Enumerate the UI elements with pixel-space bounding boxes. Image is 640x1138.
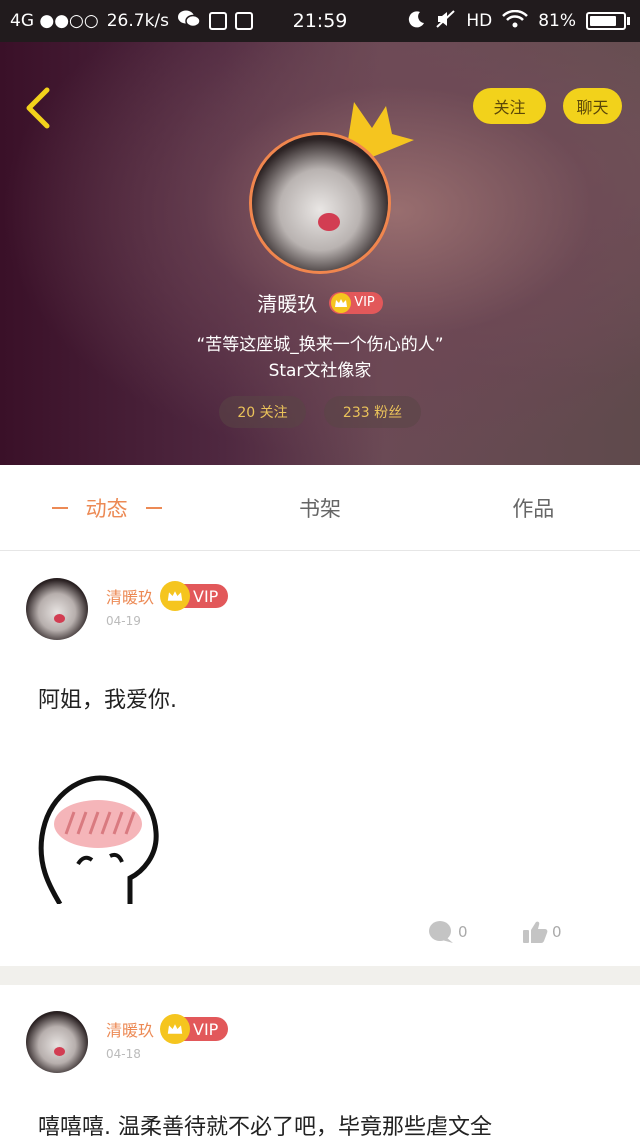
network-speed: 26.7k/s bbox=[106, 11, 170, 31]
chat-button[interactable]: 聊天 bbox=[563, 88, 622, 124]
vip-label: VIP bbox=[193, 586, 219, 606]
follow-button[interactable]: 关注 bbox=[473, 88, 546, 124]
back-button[interactable] bbox=[18, 86, 58, 130]
post-user-row: 清暖玖 VIP bbox=[106, 1014, 229, 1044]
post-separator bbox=[0, 966, 640, 985]
mute-icon bbox=[436, 9, 456, 33]
tab-works[interactable]: 作品 bbox=[427, 465, 640, 550]
tab-dash-left bbox=[51, 506, 68, 509]
shopping-bag-icon bbox=[209, 12, 228, 30]
post-card: 清暖玖 VIP 04-18 嘻嘻嘻. 温柔善待就不必了吧，毕竟那些虐文全 bbox=[0, 985, 640, 1138]
comment-button[interactable]: 0 bbox=[428, 920, 468, 944]
profile-header: 关注 聊天 清暖玖 VIP “苦等这座城_换来一个伤心的人” Star文社像家 … bbox=[0, 42, 640, 465]
post-date: 04-19 bbox=[106, 614, 141, 628]
post-date: 04-18 bbox=[106, 1047, 141, 1061]
like-count: 0 bbox=[552, 923, 562, 941]
battery-fill bbox=[590, 16, 616, 26]
moon-icon bbox=[408, 10, 426, 33]
vip-badge: VIP bbox=[329, 291, 383, 314]
post-text: 阿姐，我爱你. bbox=[38, 688, 177, 713]
post-header: 清暖玖 VIP 04-18 bbox=[26, 1011, 229, 1073]
profile-avatar[interactable] bbox=[249, 132, 391, 274]
like-button[interactable]: 0 bbox=[522, 920, 562, 944]
post-meta: 清暖玖 VIP 04-19 bbox=[106, 581, 229, 628]
profile-tabs: 动态 书架 作品 bbox=[0, 465, 640, 551]
vip-badge: VIP bbox=[160, 581, 229, 611]
comment-icon bbox=[429, 921, 453, 943]
wechat-icon bbox=[177, 9, 201, 34]
vip-badge: VIP bbox=[160, 1014, 229, 1044]
post-card: 清暖玖 VIP 04-19 阿姐，我爱你. 0 0 bbox=[0, 552, 640, 966]
tab-dash-right bbox=[145, 506, 162, 509]
post-username[interactable]: 清暖玖 bbox=[106, 1017, 154, 1041]
tab-bookshelf[interactable]: 书架 bbox=[213, 465, 426, 550]
fans-count[interactable]: 233 粉丝 bbox=[324, 396, 421, 428]
profile-avatar-wrap bbox=[249, 132, 391, 274]
app-s-icon bbox=[235, 12, 254, 30]
avatar[interactable] bbox=[26, 1011, 88, 1073]
comment-count: 0 bbox=[458, 923, 468, 941]
battery-icon bbox=[586, 12, 630, 30]
crown-coin-icon bbox=[160, 1014, 191, 1044]
profile-username-row: 清暖玖 VIP bbox=[0, 288, 640, 317]
avatar[interactable] bbox=[26, 578, 88, 640]
thumbs-up-icon bbox=[523, 921, 548, 943]
post-username[interactable]: 清暖玖 bbox=[106, 584, 154, 608]
tab-activity[interactable]: 动态 bbox=[0, 465, 213, 550]
hd-label: HD bbox=[466, 11, 493, 31]
post-header: 清暖玖 VIP 04-19 bbox=[26, 578, 229, 640]
tab-label: 作品 bbox=[512, 496, 555, 521]
back-arrow-icon bbox=[26, 87, 50, 129]
post-text: 嘻嘻嘻. 温柔善待就不必了吧，毕竟那些虐文全 bbox=[38, 1115, 492, 1138]
vip-label: VIP bbox=[354, 295, 375, 310]
blushing-face-sticker bbox=[38, 775, 159, 904]
profile-organization: Star文社像家 bbox=[268, 361, 372, 381]
profile-signature: “苦等这座城_换来一个伤心的人” bbox=[196, 335, 444, 355]
post-user-row: 清暖玖 VIP bbox=[106, 581, 229, 611]
crown-coin-icon bbox=[160, 581, 191, 611]
tab-label: 书架 bbox=[298, 496, 341, 521]
status-bar: 4G ●●○○ 26.7k/s 21:59 HD 81% bbox=[0, 0, 640, 42]
battery-percent: 81% bbox=[538, 11, 576, 31]
post-meta: 清暖玖 VIP 04-18 bbox=[106, 1014, 229, 1061]
following-count[interactable]: 20 关注 bbox=[219, 396, 306, 428]
crown-coin-icon bbox=[331, 292, 352, 313]
tab-label: 动态 bbox=[85, 496, 128, 521]
network-indicator: 4G ●●○○ bbox=[10, 11, 99, 31]
profile-username: 清暖玖 bbox=[257, 292, 318, 316]
vip-label: VIP bbox=[193, 1019, 219, 1039]
wifi-icon bbox=[502, 9, 529, 33]
